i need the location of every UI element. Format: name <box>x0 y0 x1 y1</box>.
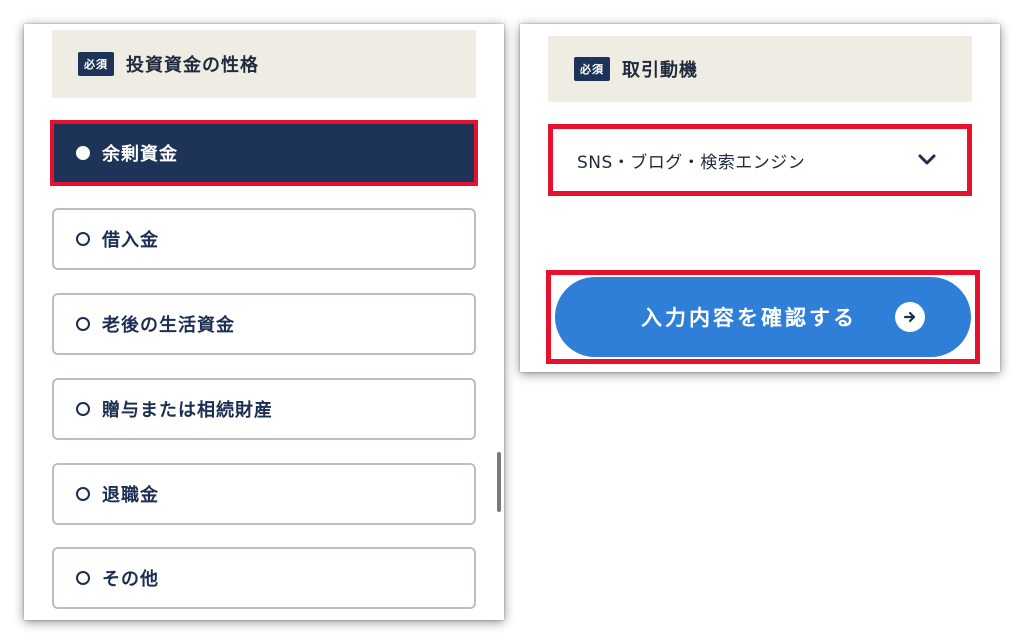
option-other[interactable]: その他 <box>52 547 476 609</box>
option-label: 退職金 <box>102 485 159 506</box>
required-badge: 必須 <box>78 52 114 76</box>
option-gift-or-inheritance[interactable]: 贈与または相続財産 <box>52 378 476 440</box>
radio-unselected-icon <box>76 487 90 501</box>
confirm-button-label: 入力内容を確認する <box>641 306 857 330</box>
radio-unselected-icon <box>76 317 90 331</box>
trading-motive-panel: 必須 取引動機 SNS・ブログ・検索エンジン 入力内容を確認する <box>520 24 1000 372</box>
fund-nature-header: 必須 投資資金の性格 <box>52 30 476 98</box>
option-label: 借入金 <box>102 230 159 251</box>
fund-nature-title: 投資資金の性格 <box>126 55 259 76</box>
confirm-input-button[interactable]: 入力内容を確認する <box>555 277 971 357</box>
scrollbar-thumb[interactable] <box>497 452 501 512</box>
option-surplus-funds[interactable]: 余剰資金 <box>50 120 478 186</box>
option-label: 贈与または相続財産 <box>102 400 273 421</box>
select-value: SNS・ブログ・検索エンジン <box>577 152 806 173</box>
investment-fund-panel: 必須 投資資金の性格 余剰資金 借入金 老後の生活資金 贈与または相続財産 退職… <box>24 24 504 620</box>
trading-motive-select[interactable]: SNS・ブログ・検索エンジン <box>548 124 972 196</box>
arrow-right-icon <box>895 302 925 332</box>
radio-selected-icon <box>76 146 90 160</box>
option-retirement-allowance[interactable]: 退職金 <box>52 463 476 525</box>
option-label: その他 <box>102 569 159 590</box>
option-label: 老後の生活資金 <box>102 315 235 336</box>
required-badge: 必須 <box>574 57 610 81</box>
trading-motive-header: 必須 取引動機 <box>548 36 972 102</box>
radio-unselected-icon <box>76 571 90 585</box>
chevron-down-icon <box>918 154 936 165</box>
option-retirement-living-funds[interactable]: 老後の生活資金 <box>52 293 476 355</box>
submit-highlight-frame: 入力内容を確認する <box>546 270 980 364</box>
option-label: 余剰資金 <box>102 144 178 165</box>
radio-unselected-icon <box>76 232 90 246</box>
option-borrowed-money[interactable]: 借入金 <box>52 208 476 270</box>
trading-motive-title: 取引動機 <box>622 60 698 81</box>
radio-unselected-icon <box>76 402 90 416</box>
